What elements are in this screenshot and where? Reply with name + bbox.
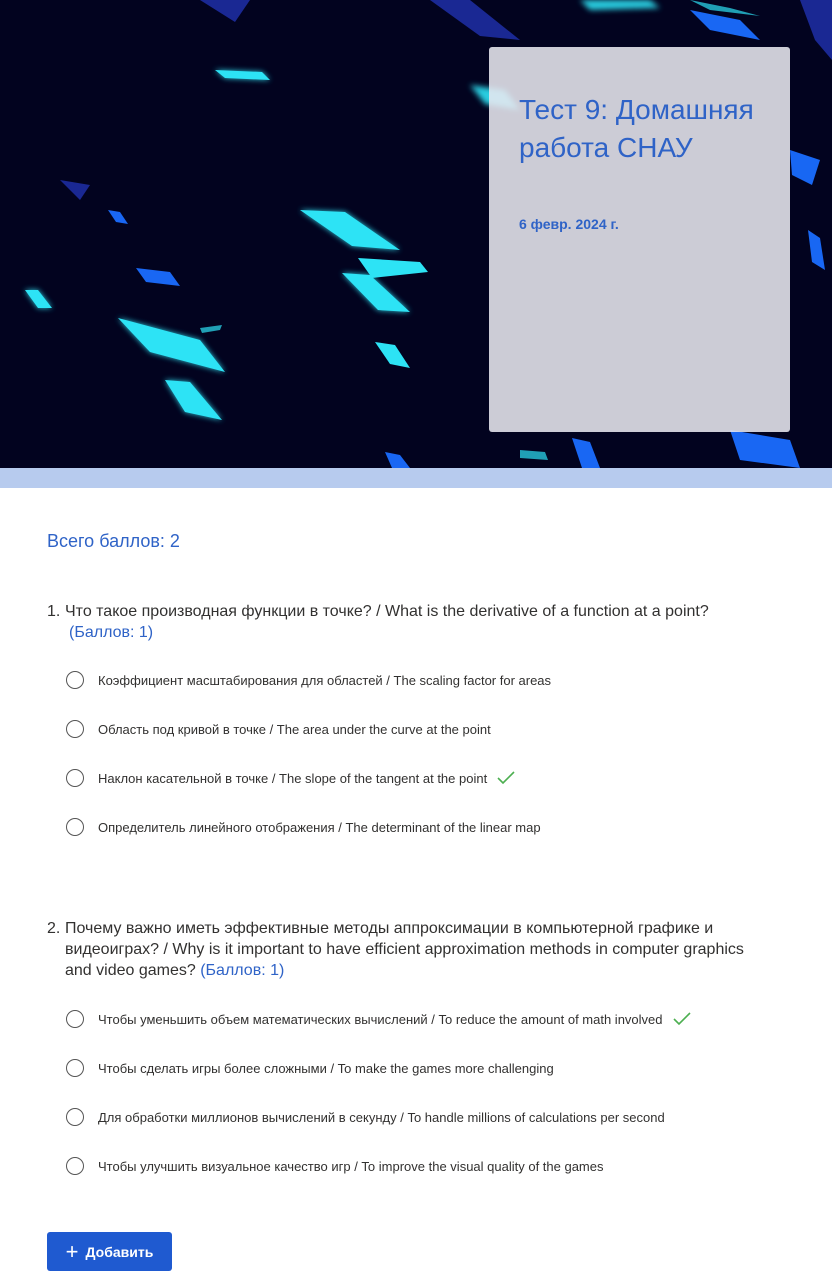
option-label: Чтобы уменьшить объем математических выч… (98, 1011, 663, 1027)
question-2: 2. Почему важно иметь эффективные методы… (47, 918, 757, 981)
add-button[interactable]: + Добавить (47, 1232, 172, 1271)
option-label: Область под кривой в точке / The area un… (98, 721, 491, 737)
form-date: 6 февр. 2024 г. (519, 216, 619, 232)
form-title: Тест 9: Домашняя работа СНАУ (519, 94, 754, 163)
banner-stripe (0, 468, 832, 488)
form-title-card: Тест 9: Домашняя работа СНАУ 6 февр. 202… (489, 47, 790, 432)
option-1-3[interactable]: Наклон касательной в точке / The slope o… (66, 767, 516, 789)
add-button-label: Добавить (85, 1243, 154, 1260)
correct-check-icon (672, 1012, 691, 1026)
radio-button[interactable] (66, 1157, 84, 1175)
question-number: 1. (47, 603, 61, 620)
radio-button[interactable] (66, 1010, 84, 1028)
option-label: Чтобы улучшить визуальное качество игр /… (98, 1158, 604, 1174)
option-1-1[interactable]: Коэффициент масштабирования для областей… (66, 669, 551, 691)
radio-button[interactable] (66, 1108, 84, 1126)
option-2-4[interactable]: Чтобы улучшить визуальное качество игр /… (66, 1155, 604, 1177)
option-label: Для обработки миллионов вычислений в сек… (98, 1109, 665, 1125)
option-2-3[interactable]: Для обработки миллионов вычислений в сек… (66, 1106, 665, 1128)
option-2-1[interactable]: Чтобы уменьшить объем математических выч… (66, 1008, 692, 1030)
radio-button[interactable] (66, 769, 84, 787)
question-points: (Баллов: 1) (200, 962, 285, 979)
question-text: Почему важно иметь эффективные методы ап… (65, 920, 744, 979)
option-label: Чтобы сделать игры более сложными / To m… (98, 1060, 554, 1076)
total-points: Всего баллов: 2 (47, 531, 180, 551)
radio-button[interactable] (66, 671, 84, 689)
correct-check-icon (497, 771, 515, 785)
header-banner: Тест 9: Домашняя работа СНАУ 6 февр. 202… (0, 0, 832, 468)
question-1: 1. Что такое производная функции в точке… (47, 601, 767, 643)
option-label: Коэффициент масштабирования для областей… (98, 672, 552, 688)
option-1-2[interactable]: Область под кривой в точке / The area un… (66, 718, 491, 740)
radio-button[interactable] (66, 720, 84, 738)
question-text: Что такое производная функции в точке? /… (65, 603, 709, 620)
question-points: (Баллов: 1) (69, 624, 154, 641)
option-label: Наклон касательной в точке / The slope o… (98, 770, 488, 786)
option-2-2[interactable]: Чтобы сделать игры более сложными / To m… (66, 1057, 554, 1079)
option-1-4[interactable]: Определитель линейного отображения / The… (66, 816, 541, 838)
radio-button[interactable] (66, 1059, 84, 1077)
question-number: 2. (47, 920, 61, 937)
plus-icon: + (65, 1238, 79, 1264)
option-label: Определитель линейного отображения / The… (98, 819, 541, 835)
radio-button[interactable] (66, 818, 84, 836)
